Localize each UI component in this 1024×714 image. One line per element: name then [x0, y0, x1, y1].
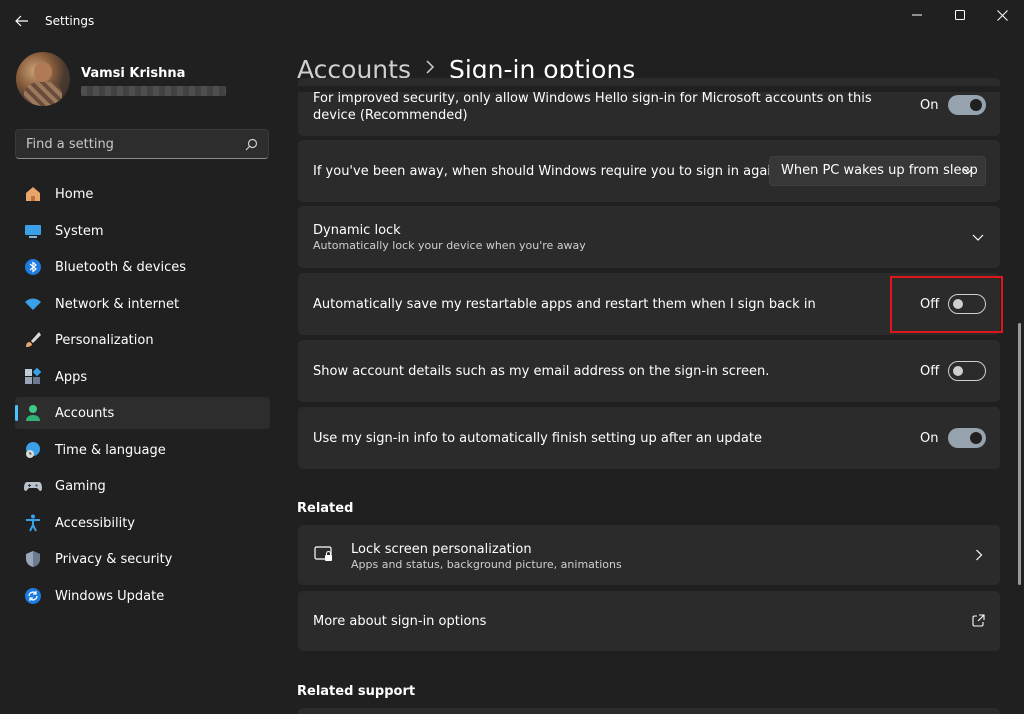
sidebar-item-label: Gaming: [55, 479, 106, 494]
sidebar-item-label: Apps: [55, 369, 88, 385]
lock-screen-icon: [314, 546, 332, 561]
app-title: Settings: [45, 14, 95, 28]
setting-subtitle: Automatically lock your device when you'…: [313, 239, 586, 252]
external-link-icon: [972, 614, 985, 627]
sidebar-item-accounts[interactable]: Accounts: [15, 397, 270, 429]
sidebar-item-label: System: [55, 223, 104, 239]
avatar-shirt: [24, 82, 62, 106]
setting-text: Automatically save my restartable apps a…: [313, 297, 816, 312]
avatar-head: [34, 62, 52, 82]
search-icon[interactable]: [245, 138, 258, 151]
apps-icon: [24, 367, 42, 386]
close-icon: [996, 9, 1008, 21]
back-button[interactable]: [12, 10, 32, 32]
related-title: More about sign-in options: [313, 614, 487, 629]
require-signin-dropdown[interactable]: When PC wakes up from sleep: [769, 156, 986, 186]
toggle-knob: [970, 432, 982, 444]
related-title: Lock screen personalization: [351, 542, 532, 557]
toggle-knob: [970, 99, 982, 111]
setting-text: If you've been away, when should Windows…: [313, 164, 787, 179]
person-icon: [24, 404, 42, 422]
search-box[interactable]: [15, 129, 269, 159]
sidebar-item-bluetooth[interactable]: Bluetooth & devices: [15, 251, 270, 283]
toggle-state-label: Off: [920, 364, 940, 379]
scroll-clip: [298, 86, 1000, 92]
maximize-button[interactable]: [940, 2, 980, 28]
chevron-right-icon: [976, 549, 983, 561]
minimize-button[interactable]: [897, 2, 937, 28]
sidebar-item-home[interactable]: Home: [15, 178, 270, 210]
accessibility-icon: [24, 514, 42, 532]
setting-signin-info: Use my sign-in info to automatically fin…: [298, 407, 1000, 469]
sidebar-item-label: Bluetooth & devices: [55, 260, 186, 275]
setting-dynamic-lock[interactable]: Dynamic lock Automatically lock your dev…: [298, 206, 1000, 268]
close-button[interactable]: [982, 2, 1022, 28]
globe-clock-icon: [24, 441, 42, 459]
setting-account-details: Show account details such as my email ad…: [298, 340, 1000, 402]
sidebar-item-label: Network & internet: [55, 296, 180, 312]
scrollbar-thumb[interactable]: [1018, 323, 1021, 585]
signin-info-toggle[interactable]: [948, 428, 986, 448]
sidebar-item-time-language[interactable]: Time & language: [15, 434, 270, 466]
sidebar-item-gaming[interactable]: Gaming: [15, 470, 270, 502]
sidebar-item-label: Privacy & security: [55, 552, 173, 567]
chevron-down-icon: [963, 168, 973, 174]
sidebar-item-label: Home: [55, 187, 94, 202]
sidebar-item-accessibility[interactable]: Accessibility: [15, 507, 270, 539]
related-heading: Related: [297, 501, 354, 516]
sidebar-item-windows-update[interactable]: Windows Update: [15, 580, 270, 612]
sidebar-item-label: Accessibility: [55, 515, 135, 531]
hello-only-toggle[interactable]: [948, 95, 986, 115]
title-bar: Settings: [0, 0, 1024, 44]
sidebar-item-label: Time & language: [55, 442, 166, 458]
monitor-icon: [24, 222, 42, 240]
sidebar-item-system[interactable]: System: [15, 215, 270, 247]
sidebar-item-label: Personalization: [55, 333, 154, 348]
chevron-right-icon: [425, 58, 435, 79]
setting-text: Show account details such as my email ad…: [313, 364, 770, 379]
toggle-state-label: On: [920, 98, 939, 113]
minimize-icon: [912, 14, 922, 16]
wifi-icon: [24, 295, 42, 313]
setting-text: For improved security, only allow Window…: [313, 91, 872, 123]
sidebar-item-label: Windows Update: [55, 588, 165, 604]
sidebar-item-privacy-security[interactable]: Privacy & security: [15, 543, 270, 575]
toggle-knob: [953, 366, 963, 376]
update-icon: [24, 587, 42, 605]
sidebar-item-apps[interactable]: Apps: [15, 361, 270, 393]
home-icon: [24, 185, 42, 203]
highlight-annotation: [890, 276, 1003, 333]
sidebar-item-network[interactable]: Network & internet: [15, 288, 270, 320]
sidebar-item-personalization[interactable]: Personalization: [15, 324, 270, 356]
gamepad-icon: [24, 477, 42, 495]
sidebar-item-label: Accounts: [55, 406, 115, 421]
setting-text: Use my sign-in info to automatically fin…: [313, 431, 762, 446]
maximize-icon: [955, 10, 965, 20]
avatar: [16, 52, 70, 106]
sidebar-nav: Home System Bluetooth & devices Network …: [15, 178, 270, 616]
related-support-heading: Related support: [297, 684, 416, 699]
shield-icon: [24, 550, 42, 568]
back-arrow-icon: [15, 15, 28, 27]
user-profile[interactable]: Vamsi Krishna: [16, 52, 266, 108]
profile-name: Vamsi Krishna: [81, 66, 186, 81]
dropdown-selected-value: When PC wakes up from sleep: [781, 163, 978, 178]
chevron-down-icon[interactable]: [972, 232, 984, 242]
brush-icon: [24, 331, 42, 349]
bluetooth-icon: [24, 258, 42, 276]
account-details-toggle[interactable]: [948, 361, 986, 381]
related-more-signin[interactable]: More about sign-in options: [298, 591, 1000, 651]
search-input[interactable]: [26, 136, 236, 152]
setting-title: Dynamic lock: [313, 223, 401, 238]
related-support-card[interactable]: [298, 708, 1000, 714]
toggle-state-label: On: [920, 431, 939, 446]
related-subtitle: Apps and status, background picture, ani…: [351, 558, 622, 571]
related-lock-screen[interactable]: Lock screen personalization Apps and sta…: [298, 525, 1000, 585]
profile-email-redacted: [81, 86, 226, 96]
